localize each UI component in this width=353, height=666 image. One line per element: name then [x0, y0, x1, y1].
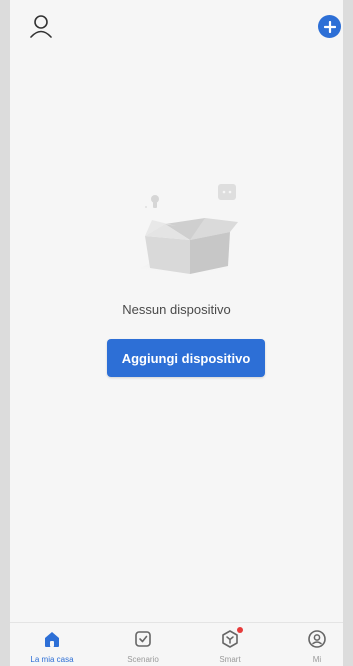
- tab-mi[interactable]: Mi: [275, 623, 343, 666]
- scenario-check-icon: [133, 629, 153, 649]
- tab-scenario[interactable]: Scenario: [101, 623, 185, 666]
- bottom-tab-bar: La mia casa Scenario Smart Mi: [10, 622, 343, 666]
- tab-label: La mia casa: [30, 655, 74, 664]
- plus-icon: [323, 20, 336, 33]
- empty-box-illustration: [110, 174, 260, 292]
- top-bar: [10, 0, 343, 50]
- add-device-primary-button[interactable]: Aggiungi dispositivo: [107, 339, 265, 377]
- app-screen: Nessun dispositivo Aggiungi dispositivo …: [10, 0, 343, 666]
- notification-badge: [237, 627, 243, 633]
- empty-state-message: Nessun dispositivo: [122, 302, 231, 317]
- tab-smart[interactable]: Smart: [188, 623, 272, 666]
- tab-la-mia-casa[interactable]: La mia casa: [10, 623, 94, 666]
- person-icon: [30, 15, 52, 38]
- home-icon: [42, 629, 62, 649]
- add-device-button[interactable]: [318, 15, 341, 38]
- tab-label: Smart: [219, 655, 241, 664]
- profile-button[interactable]: [28, 13, 54, 39]
- account-circle-icon: [307, 629, 327, 649]
- tab-label: Mi: [312, 655, 322, 664]
- tab-label: Scenario: [127, 655, 159, 664]
- smart-cube-icon: [220, 627, 243, 649]
